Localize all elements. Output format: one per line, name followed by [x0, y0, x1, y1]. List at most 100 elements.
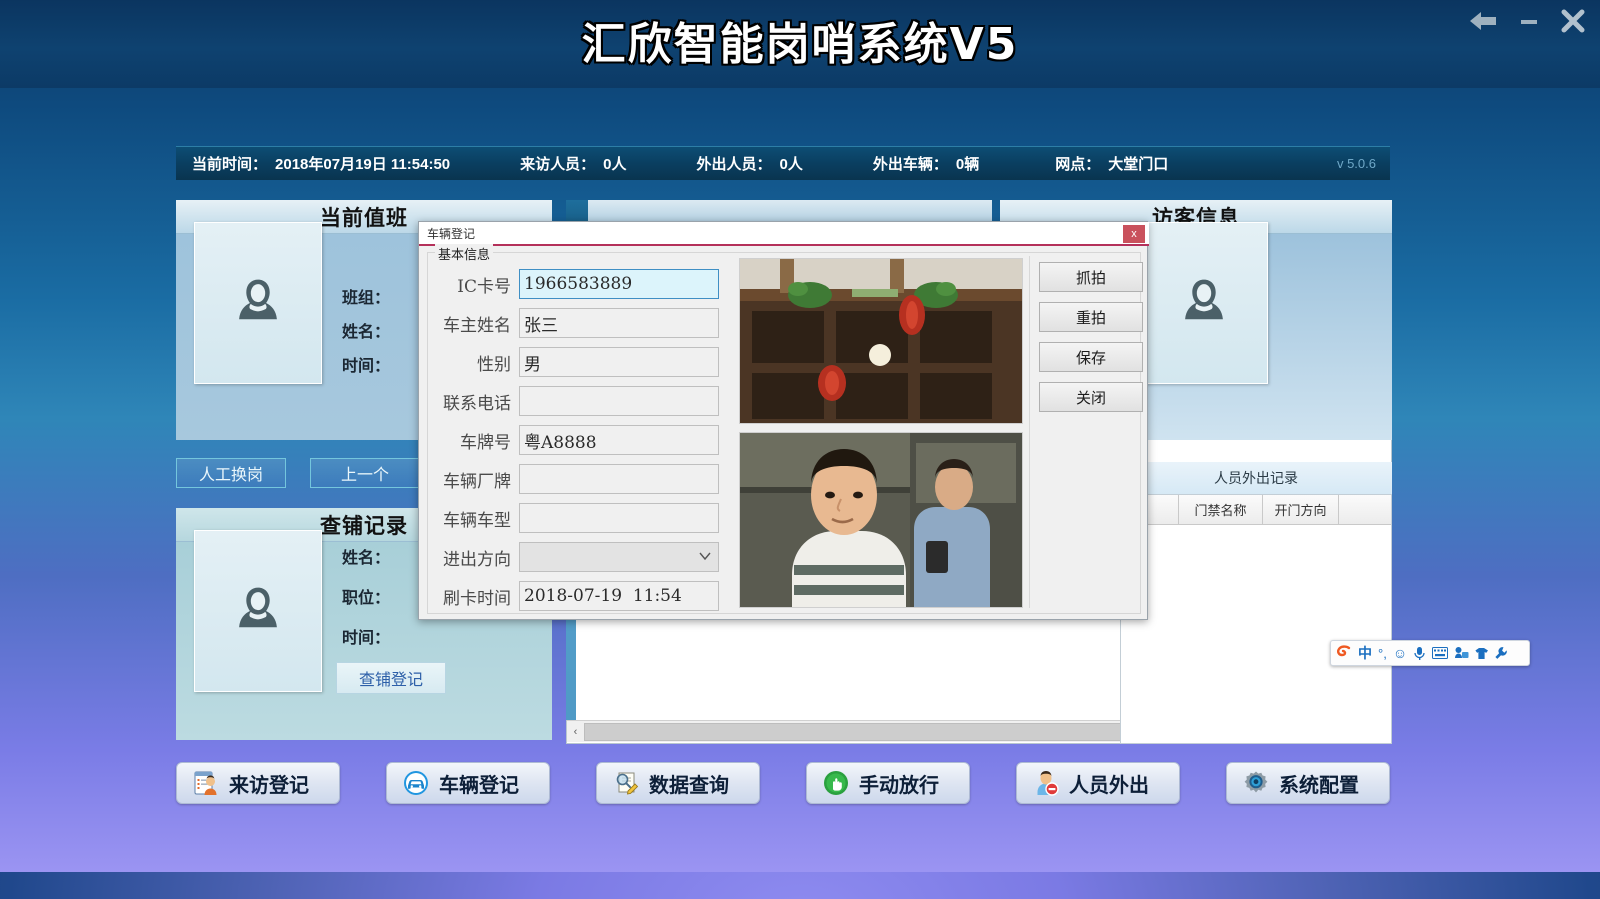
- dialog-title: 车辆登记: [427, 226, 476, 241]
- data-query-button[interactable]: 数据查询: [596, 762, 760, 804]
- close-dialog-button[interactable]: 关闭: [1039, 382, 1143, 412]
- out-records-header-row: 门禁名称 开门方向: [1121, 495, 1391, 525]
- emoji-icon[interactable]: ☺: [1393, 646, 1407, 660]
- duty-panel-title: 当前值班: [320, 206, 408, 230]
- vehicle-model-field[interactable]: [519, 503, 719, 533]
- check-field-position: 职位：: [342, 584, 390, 608]
- close-button[interactable]: [1560, 8, 1586, 39]
- vehicle-brand-field[interactable]: [519, 464, 719, 494]
- system-config-button[interactable]: 系统配置: [1226, 762, 1390, 804]
- status-out-vehicle-count-value: 0辆: [955, 156, 980, 173]
- page-title: 汇欣智能岗哨系统V5: [581, 19, 1019, 70]
- visitor-register-icon: [194, 771, 217, 795]
- dialog-row-ic-card: IC卡号: [433, 268, 719, 300]
- status-current-time-label: 当前时间：: [192, 156, 268, 173]
- status-bar: 当前时间： 2018年07月19日 11:54:50 来访人员： 0人 外出人员…: [176, 146, 1390, 180]
- scroll-left-arrow-icon[interactable]: ‹: [567, 721, 584, 742]
- swipe-time-label: 刷卡时间: [443, 588, 511, 609]
- phone-field[interactable]: [519, 386, 719, 416]
- skin-icon[interactable]: [1475, 647, 1489, 660]
- direction-select[interactable]: [519, 542, 719, 572]
- swipe-time-field[interactable]: [519, 581, 719, 611]
- vehicle-register-button[interactable]: 车辆登记: [386, 762, 550, 804]
- status-visitor-count-value: 0人: [603, 156, 627, 173]
- system-config-label: 系统配置: [1279, 774, 1359, 797]
- settings-icon[interactable]: [1494, 646, 1508, 660]
- duty-photo: [194, 222, 322, 384]
- dialog-divider: [1029, 256, 1030, 608]
- owner-name-label: 车主姓名: [443, 315, 511, 336]
- plate-number-field[interactable]: [519, 425, 719, 455]
- check-field-position-label: 职位：: [342, 590, 391, 607]
- punctuation-icon[interactable]: °,: [1378, 647, 1387, 660]
- check-field-time: 时间：: [342, 624, 390, 648]
- soft-keyboard-icon[interactable]: [1432, 647, 1449, 659]
- save-button[interactable]: 保存: [1039, 342, 1143, 372]
- person-out-icon: [1037, 771, 1059, 796]
- status-out-person-count-label: 外出人员：: [696, 156, 772, 173]
- vehicle-brand-label: 车辆厂牌: [443, 471, 511, 492]
- direction-label: 进出方向: [443, 549, 511, 570]
- recapture-button[interactable]: 重拍: [1039, 302, 1143, 332]
- manual-release-button[interactable]: 手动放行: [806, 762, 970, 804]
- plate-number-label: 车牌号: [460, 432, 511, 453]
- ic-card-label: IC卡号: [457, 276, 511, 297]
- status-site-name-value: 大堂门口: [1108, 156, 1169, 173]
- visitor-register-label: 来访登记: [229, 774, 309, 797]
- dialog-row-swipe-time: 刷卡时间: [433, 580, 719, 612]
- person-placeholder-icon: [239, 587, 277, 628]
- previous-button[interactable]: 上一个: [310, 458, 420, 488]
- dialog-row-brand: 车辆厂牌: [433, 463, 719, 495]
- dialog-button-column: 抓拍 重拍 保存 关闭: [1039, 262, 1143, 412]
- manual-shift-button[interactable]: 人工换岗: [176, 458, 286, 488]
- personnel-out-button[interactable]: 人员外出: [1016, 762, 1180, 804]
- back-arrow-icon: [1470, 12, 1496, 30]
- version-label: v 5.0.6: [1336, 156, 1376, 171]
- person-placeholder-icon: [239, 279, 277, 320]
- status-visitor-count-label: 来访人员：: [520, 156, 596, 173]
- ime-toolbar[interactable]: 中 °, ☺: [1330, 640, 1530, 666]
- out-records-col-2: 开门方向: [1263, 495, 1339, 524]
- capture-button[interactable]: 抓拍: [1039, 262, 1143, 292]
- window-controls: [1468, 8, 1586, 39]
- dialog-row-gender: 性别: [433, 346, 719, 378]
- scene-capture-image[interactable]: [739, 258, 1023, 424]
- chinese-mode-icon[interactable]: 中: [1358, 646, 1372, 660]
- bottom-toolbar: 来访登记 车辆登记 数据查询 手动放行 人员外出 系统配置: [0, 752, 1600, 830]
- close-dialog-button-label: 关闭: [1075, 389, 1106, 407]
- duty-field-name-label: 姓名：: [342, 324, 391, 341]
- out-records-grid[interactable]: 门禁名称 开门方向: [1120, 494, 1392, 744]
- ic-card-field[interactable]: [519, 269, 719, 299]
- toolbox-icon[interactable]: [1454, 646, 1469, 660]
- vehicle-register-label: 车辆登记: [439, 774, 519, 797]
- check-photo: [194, 530, 322, 692]
- save-button-label: 保存: [1075, 349, 1106, 367]
- duty-field-team-label: 班组：: [342, 290, 391, 307]
- dialog-titlebar: 车辆登记 x: [419, 222, 1149, 246]
- person-placeholder-icon: [1185, 279, 1223, 320]
- owner-name-field[interactable]: [519, 308, 719, 338]
- close-icon: [1561, 9, 1585, 33]
- person-capture-image[interactable]: [739, 432, 1023, 608]
- personnel-out-label: 人员外出: [1069, 774, 1149, 797]
- gender-field[interactable]: [519, 347, 719, 377]
- out-records-col-3: [1339, 495, 1391, 524]
- voice-input-icon[interactable]: [1413, 646, 1426, 660]
- out-records-title: 人员外出记录: [1214, 470, 1298, 486]
- visitor-register-button[interactable]: 来访登记: [176, 762, 340, 804]
- minimize-button[interactable]: [1518, 10, 1540, 37]
- status-out-vehicle-count: 外出车辆： 0辆: [873, 153, 979, 174]
- sogou-logo-icon[interactable]: [1336, 645, 1352, 661]
- check-register-button[interactable]: 查铺登记: [336, 662, 446, 694]
- status-out-person-count-value: 0人: [779, 156, 803, 173]
- recapture-button-label: 重拍: [1075, 309, 1106, 327]
- scrollbar-thumb[interactable]: [584, 722, 1204, 741]
- back-button[interactable]: [1468, 10, 1498, 37]
- direction-select-wrapper[interactable]: [519, 542, 719, 572]
- gear-icon: [1244, 771, 1268, 793]
- dialog-close-icon[interactable]: x: [1123, 225, 1145, 243]
- manual-release-label: 手动放行: [859, 774, 939, 797]
- out-records-col-1: 门禁名称: [1179, 495, 1263, 524]
- person-capture-photo: [740, 433, 1022, 607]
- hand-green-icon: [824, 771, 848, 795]
